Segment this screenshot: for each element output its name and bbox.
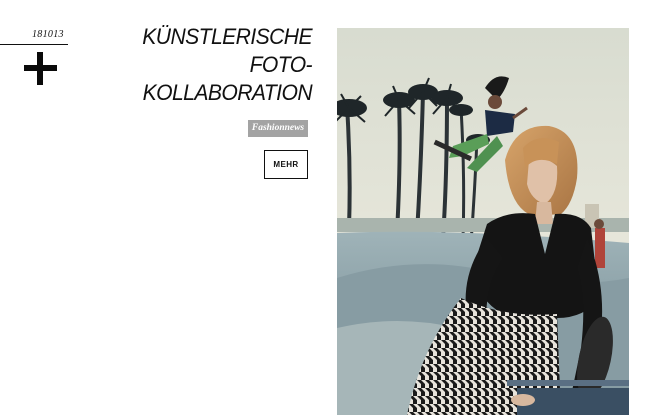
plus-icon-vertical-bar (37, 52, 43, 85)
article-title[interactable]: KÜNSTLERISCHE FOTO- KOLLABORATION (120, 23, 312, 107)
article-photo-illustration (337, 28, 629, 415)
article-title-line-2: FOTO- (249, 52, 313, 77)
plus-icon[interactable] (24, 52, 57, 85)
article-title-line-3: KOLLABORATION (142, 80, 313, 105)
date-divider (0, 44, 68, 45)
article-photo[interactable] (337, 28, 629, 415)
article-title-line-1: KÜNSTLERISCHE (142, 24, 312, 49)
more-button[interactable]: MEHR (264, 150, 308, 179)
category-tag[interactable]: Fashionnews (248, 120, 308, 137)
article-date: 181013 (32, 29, 64, 40)
article-teaser: 181013 KÜNSTLERISCHE FOTO- KOLLABORATION… (0, 0, 658, 415)
